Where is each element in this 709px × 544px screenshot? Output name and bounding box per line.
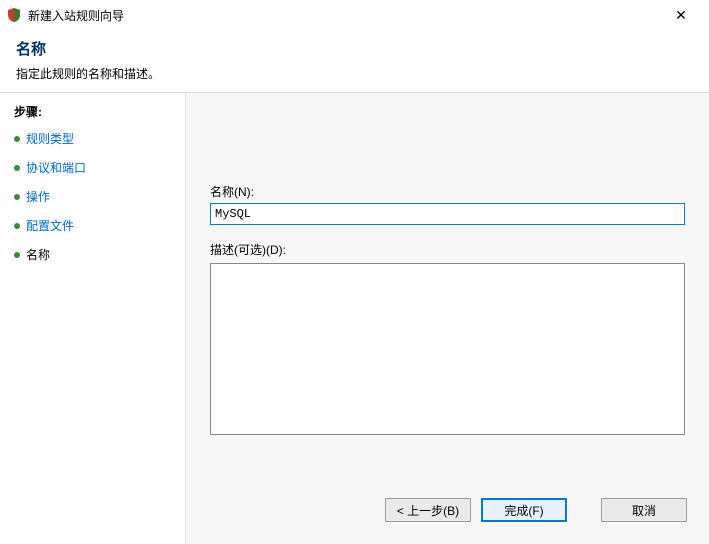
name-input[interactable] — [210, 203, 685, 225]
window-title: 新建入站规则向导 — [28, 7, 124, 24]
bullet-icon — [14, 165, 20, 171]
description-label: 描述(可选)(D): — [210, 241, 685, 258]
step-name[interactable]: 名称 — [14, 246, 173, 263]
main-panel: 名称(N): 描述(可选)(D): < 上一步(B) 完成(F) 取消 — [186, 93, 709, 544]
step-profile[interactable]: 配置文件 — [14, 217, 173, 234]
close-icon: ✕ — [675, 7, 687, 24]
button-bar: < 上一步(B) 完成(F) 取消 — [385, 498, 687, 522]
titlebar-left: 新建入站规则向导 — [6, 7, 124, 24]
bullet-icon — [14, 223, 20, 229]
bullet-icon — [14, 194, 20, 200]
wizard-body: 步骤: 规则类型 协议和端口 操作 配置文件 名称 名称(N): 描述(可选)(… — [0, 93, 709, 544]
firewall-shield-icon — [6, 7, 22, 23]
name-label: 名称(N): — [210, 183, 685, 200]
step-protocol-ports[interactable]: 协议和端口 — [14, 159, 173, 176]
step-label: 协议和端口 — [26, 159, 86, 176]
step-label: 操作 — [26, 188, 50, 205]
step-rule-type[interactable]: 规则类型 — [14, 130, 173, 147]
titlebar: 新建入站规则向导 ✕ — [0, 0, 709, 30]
step-action[interactable]: 操作 — [14, 188, 173, 205]
description-textarea[interactable] — [210, 263, 685, 435]
finish-button[interactable]: 完成(F) — [481, 498, 567, 522]
steps-sidebar: 步骤: 规则类型 协议和端口 操作 配置文件 名称 — [0, 93, 186, 544]
step-label: 规则类型 — [26, 130, 74, 147]
bullet-icon — [14, 252, 20, 258]
steps-heading: 步骤: — [14, 103, 173, 120]
step-label: 配置文件 — [26, 217, 74, 234]
page-title: 名称 — [16, 38, 693, 59]
page-subtitle: 指定此规则的名称和描述。 — [16, 65, 693, 82]
step-label: 名称 — [26, 246, 50, 263]
close-button[interactable]: ✕ — [661, 1, 701, 29]
cancel-button[interactable]: 取消 — [601, 498, 687, 522]
back-button[interactable]: < 上一步(B) — [385, 498, 471, 522]
wizard-header: 名称 指定此规则的名称和描述。 — [0, 30, 709, 93]
bullet-icon — [14, 136, 20, 142]
